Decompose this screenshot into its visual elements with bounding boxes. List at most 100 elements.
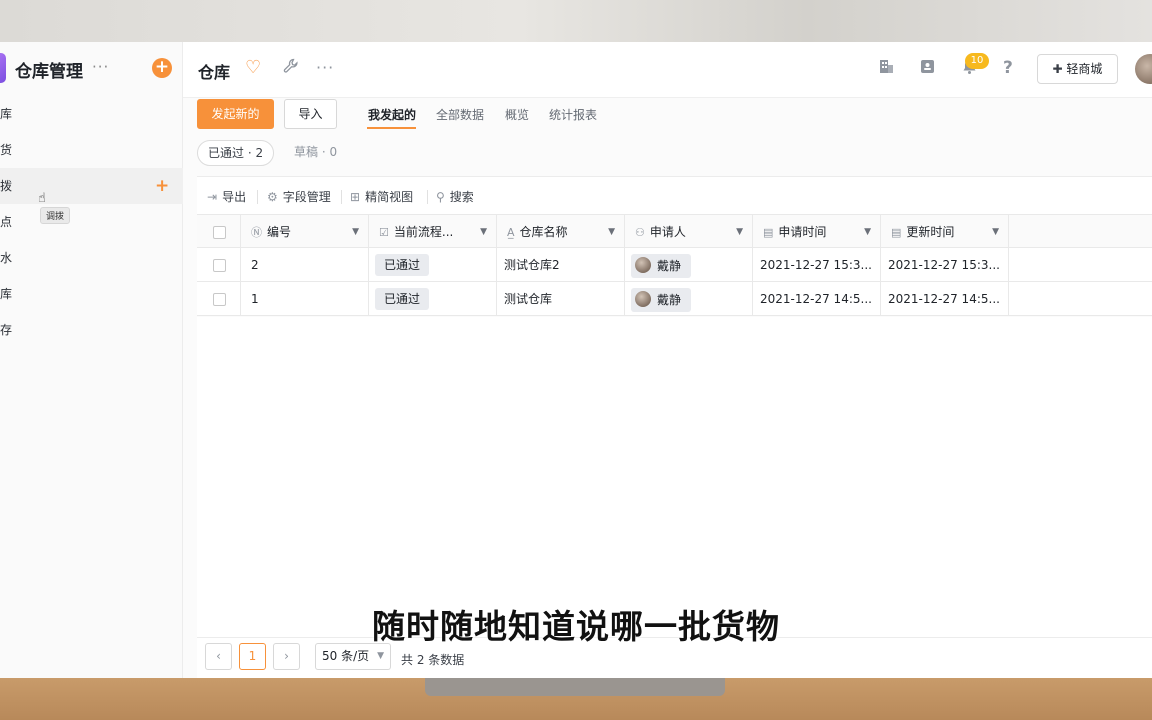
table-row[interactable]: 1 已通过 测试仓库 戴静 2021-12-27 14:5... 2021-12… bbox=[197, 282, 1152, 316]
table-empty-area bbox=[197, 317, 1152, 637]
create-new-button[interactable]: 发起新的 bbox=[197, 99, 274, 129]
column-label: 编号 bbox=[267, 225, 292, 239]
applicant-name: 戴静 bbox=[657, 292, 682, 307]
cell-applicant: 戴静 bbox=[625, 248, 753, 282]
cell-status: 已通过 bbox=[369, 282, 497, 316]
cell-id: 1 bbox=[241, 282, 369, 316]
sidebar-item-flow[interactable]: 流水 bbox=[0, 240, 183, 276]
grid-icon: ⊞ bbox=[350, 190, 361, 204]
cell-applied-time: 2021-12-27 14:5... bbox=[753, 282, 881, 316]
chevron-down-icon[interactable]: ▼ bbox=[608, 215, 615, 249]
chevron-down-icon[interactable]: ▼ bbox=[992, 215, 999, 249]
sidebar-item-label: 库存 bbox=[0, 323, 13, 337]
shop-button-label: 轻商城 bbox=[1066, 62, 1103, 76]
hand-cursor-icon: ☝ bbox=[38, 191, 46, 206]
number-icon: Ⓝ bbox=[251, 226, 262, 239]
app-window: 仓库管理 ··· + 入库 出货 调拨 + 盘点 流水 仓库 库存 ☝ 调拨 仓库… bbox=[0, 42, 1152, 678]
table-header-row: Ⓝ 编号 ▼ ☑ 当前流程... ▼ A̲ 仓库名称 ▼ ⚇ 申请人 ▼ ▤ 申请时间 ▼ ▤ 更新时… bbox=[197, 214, 1152, 249]
tab-overview[interactable]: 概览 bbox=[505, 106, 529, 123]
cell-applied-time: 2021-12-27 15:3... bbox=[753, 248, 881, 282]
filter-approved[interactable]: 已通过 · 2 bbox=[197, 140, 275, 166]
calendar-icon: ▤ bbox=[891, 226, 902, 239]
cell-applicant: 戴静 bbox=[625, 282, 753, 316]
shop-button[interactable]: ✚ 轻商城 bbox=[1037, 54, 1118, 84]
export-icon: ⇥ bbox=[207, 190, 218, 204]
tab-all-data[interactable]: 全部数据 bbox=[436, 106, 484, 123]
column-label: 申请时间 bbox=[778, 225, 827, 239]
active-tab-indicator bbox=[367, 127, 416, 129]
app-more-icon[interactable]: ··· bbox=[92, 58, 109, 76]
sidebar-item-outbound[interactable]: 出货 bbox=[0, 132, 183, 168]
sidebar-item-label: 调拨 bbox=[0, 179, 13, 193]
status-badge: 已通过 bbox=[375, 254, 430, 276]
help-icon[interactable]: ? bbox=[1003, 58, 1013, 78]
sidebar-item-label: 入库 bbox=[0, 107, 13, 121]
column-label: 申请人 bbox=[649, 225, 686, 239]
row-checkbox[interactable] bbox=[213, 293, 226, 306]
column-header[interactable]: Ⓝ 编号 ▼ bbox=[241, 215, 369, 249]
add-icon[interactable]: + bbox=[155, 168, 169, 204]
background-top bbox=[0, 0, 1152, 42]
table-row[interactable]: 2 已通过 测试仓库2 戴静 2021-12-27 15:3... 2021-1… bbox=[197, 248, 1152, 282]
sidebar-item-label: 出货 bbox=[0, 143, 13, 157]
laptop-edge bbox=[425, 678, 725, 696]
import-button[interactable]: 导入 bbox=[284, 99, 337, 129]
contacts-icon[interactable] bbox=[919, 58, 936, 80]
column-header[interactable]: ☑ 当前流程... ▼ bbox=[369, 215, 497, 249]
sidebar-item-warehouse[interactable]: 仓库 bbox=[0, 276, 183, 312]
calendar-icon: ▤ bbox=[763, 226, 774, 239]
notification-badge: 10 bbox=[965, 53, 989, 69]
export-button[interactable]: ⇥ 导出 bbox=[207, 188, 246, 205]
tooltip: 调拨 bbox=[40, 207, 71, 224]
divider bbox=[341, 190, 342, 204]
tab-reports[interactable]: 统计报表 bbox=[549, 106, 597, 123]
more-icon[interactable]: ··· bbox=[316, 58, 334, 77]
search-button[interactable]: ⚲ 搜索 bbox=[436, 188, 474, 205]
column-label: 当前流程... bbox=[393, 225, 454, 239]
sidebar-item-stocktake[interactable]: 盘点 bbox=[0, 204, 183, 240]
avatar bbox=[635, 291, 651, 307]
add-circle-icon[interactable]: + bbox=[152, 58, 172, 78]
row-checkbox[interactable] bbox=[213, 259, 226, 272]
chevron-down-icon[interactable]: ▼ bbox=[480, 215, 487, 249]
column-header[interactable]: ▤ 更新时间 ▼ bbox=[881, 215, 1009, 249]
select-all-checkbox[interactable] bbox=[213, 226, 226, 239]
applicant-name: 戴静 bbox=[657, 258, 682, 273]
video-subtitle: 随时随地知道说哪一批货物 bbox=[372, 607, 780, 646]
building-icon[interactable] bbox=[878, 58, 895, 80]
chevron-down-icon[interactable]: ▼ bbox=[736, 215, 743, 249]
chevron-down-icon[interactable]: ▼ bbox=[352, 215, 359, 249]
compact-view-button[interactable]: ⊞ 精简视图 bbox=[350, 188, 413, 205]
column-label: 更新时间 bbox=[906, 225, 955, 239]
cell-status: 已通过 bbox=[369, 248, 497, 282]
applicant-chip[interactable]: 戴静 bbox=[631, 253, 692, 278]
header: 仓库 ♡ ··· 10 ? ✚ 轻商城 bbox=[183, 42, 1152, 98]
table-toolbar: ⇥ 导出 ⚙ 字段管理 ⊞ 精简视图 ⚲ 搜索 bbox=[197, 176, 1152, 214]
sidebar-item-inventory[interactable]: 库存 bbox=[0, 312, 183, 348]
sidebar-item-label: 仓库 bbox=[0, 287, 13, 301]
column-header[interactable]: ⚇ 申请人 ▼ bbox=[625, 215, 753, 249]
export-label: 导出 bbox=[222, 190, 247, 204]
gear-icon: ⚙ bbox=[267, 190, 278, 204]
row-select-cell bbox=[197, 248, 241, 282]
applicant-chip[interactable]: 戴静 bbox=[631, 287, 692, 312]
field-manage-button[interactable]: ⚙ 字段管理 bbox=[267, 188, 331, 205]
sidebar: 仓库管理 ··· + 入库 出货 调拨 + 盘点 流水 仓库 库存 ☝ 调拨 bbox=[0, 42, 183, 678]
app-title: 仓库管理 bbox=[15, 62, 83, 82]
tab-mine[interactable]: 我发起的 bbox=[368, 106, 416, 123]
background-desk bbox=[0, 678, 1152, 720]
compact-view-label: 精简视图 bbox=[365, 190, 414, 204]
wrench-icon[interactable] bbox=[283, 58, 299, 78]
status-badge: 已通过 bbox=[375, 288, 430, 310]
app-logo-icon bbox=[0, 53, 6, 83]
sidebar-item-inbound[interactable]: 入库 bbox=[0, 96, 183, 132]
heart-icon[interactable]: ♡ bbox=[245, 57, 261, 78]
user-avatar[interactable] bbox=[1135, 54, 1152, 84]
chevron-down-icon[interactable]: ▼ bbox=[864, 215, 871, 249]
select-all-cell bbox=[197, 215, 241, 249]
column-header[interactable]: ▤ 申请时间 ▼ bbox=[753, 215, 881, 249]
column-header[interactable]: A̲ 仓库名称 ▼ bbox=[497, 215, 625, 249]
sidebar-item-transfer[interactable]: 调拨 + bbox=[0, 168, 183, 204]
search-label: 搜索 bbox=[449, 190, 474, 204]
filter-draft[interactable]: 草稿 · 0 bbox=[284, 140, 347, 166]
